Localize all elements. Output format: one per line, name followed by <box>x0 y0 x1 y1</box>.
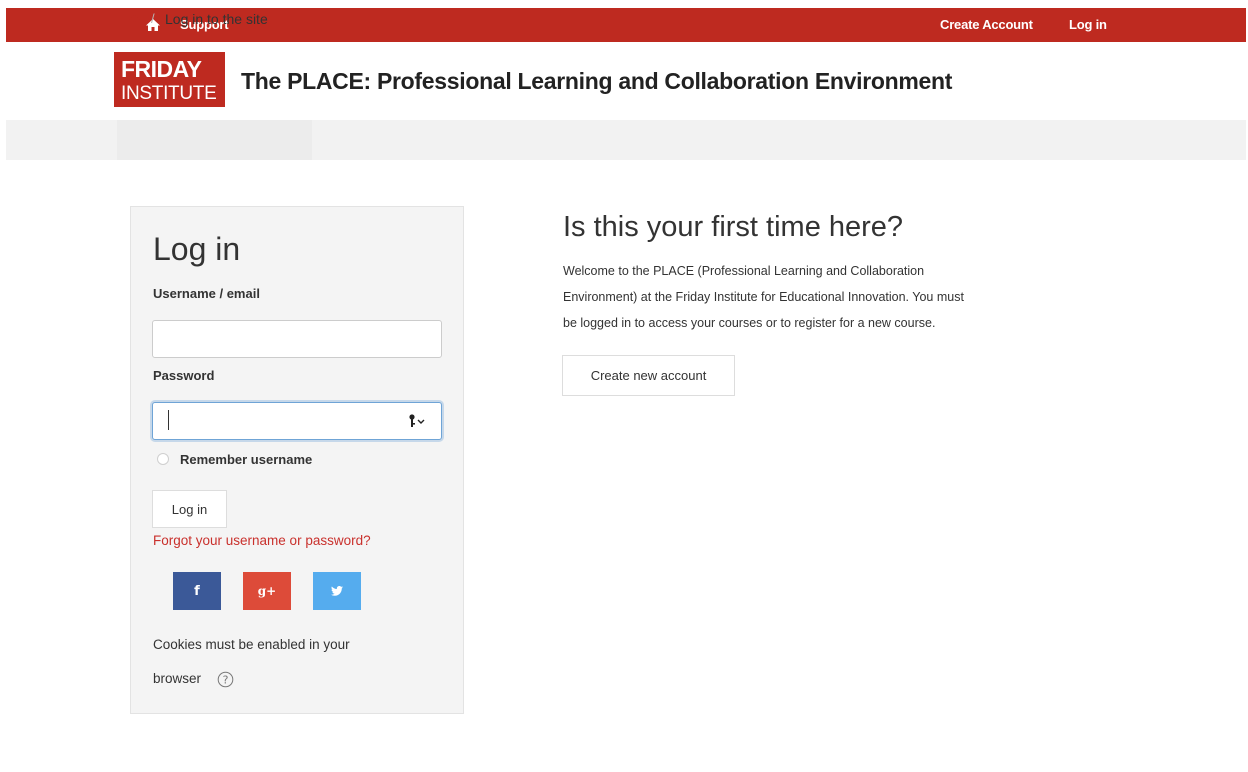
breadcrumb-highlight <box>117 120 312 160</box>
cookies-notice-line-2: browser <box>153 671 202 686</box>
google-plus-icon: g+ <box>257 584 277 598</box>
text-caret <box>168 410 169 430</box>
twitter-icon <box>331 586 343 596</box>
breadcrumb-home-icon[interactable] <box>128 13 141 26</box>
breadcrumb-separator: / <box>151 11 155 26</box>
svg-text:?: ? <box>223 674 229 687</box>
welcome-text-line-3: be logged in to access your courses or t… <box>563 316 936 330</box>
breadcrumb-current: Log in to the site <box>165 11 268 27</box>
login-title: Log in <box>153 231 241 267</box>
help-icon[interactable]: ? <box>217 671 234 688</box>
remember-username-checkbox[interactable] <box>157 453 169 465</box>
site-title: The PLACE: Professional Learning and Col… <box>241 68 953 94</box>
logo-line-2: INSTITUTE <box>121 83 217 104</box>
first-time-title: Is this your first time here? <box>563 211 904 243</box>
welcome-text-line-1: Welcome to the PLACE (Professional Learn… <box>563 264 925 278</box>
password-input[interactable] <box>152 402 442 440</box>
login-submit-button[interactable]: Log in <box>152 490 227 528</box>
forgot-password-link[interactable]: Forgot your username or password? <box>153 533 371 549</box>
create-account-link[interactable]: Create Account <box>940 17 1033 33</box>
welcome-text-line-2: Environment) at the Friday Institute for… <box>563 290 964 304</box>
breadcrumb <box>6 120 1246 160</box>
create-new-account-button[interactable]: Create new account <box>562 355 735 396</box>
username-input[interactable] <box>152 320 442 358</box>
google-plus-login-button[interactable]: g+ <box>243 572 291 610</box>
facebook-icon: f <box>194 583 200 599</box>
logo-line-1: FRIDAY <box>121 56 202 82</box>
friday-institute-logo[interactable]: FRIDAY INSTITUTE <box>114 52 225 107</box>
cookies-notice-line-1: Cookies must be enabled in your <box>153 637 350 652</box>
twitter-login-button[interactable] <box>313 572 361 610</box>
password-manager-key-icon[interactable] <box>407 413 427 429</box>
login-link[interactable]: Log in <box>1069 17 1107 33</box>
remember-username-label[interactable]: Remember username <box>180 452 312 468</box>
username-label: Username / email <box>153 286 260 301</box>
password-label: Password <box>153 368 215 383</box>
facebook-login-button[interactable]: f <box>173 572 221 610</box>
